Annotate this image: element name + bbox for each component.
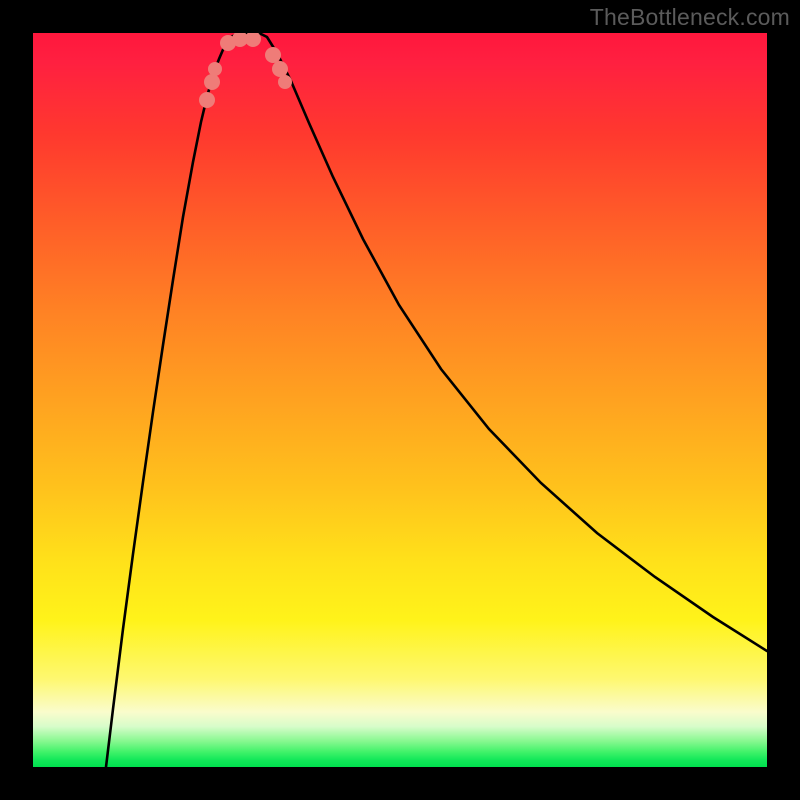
chart-frame: TheBottleneck.com <box>0 0 800 800</box>
watermark-text: TheBottleneck.com <box>590 4 790 31</box>
plot-area <box>33 33 767 767</box>
